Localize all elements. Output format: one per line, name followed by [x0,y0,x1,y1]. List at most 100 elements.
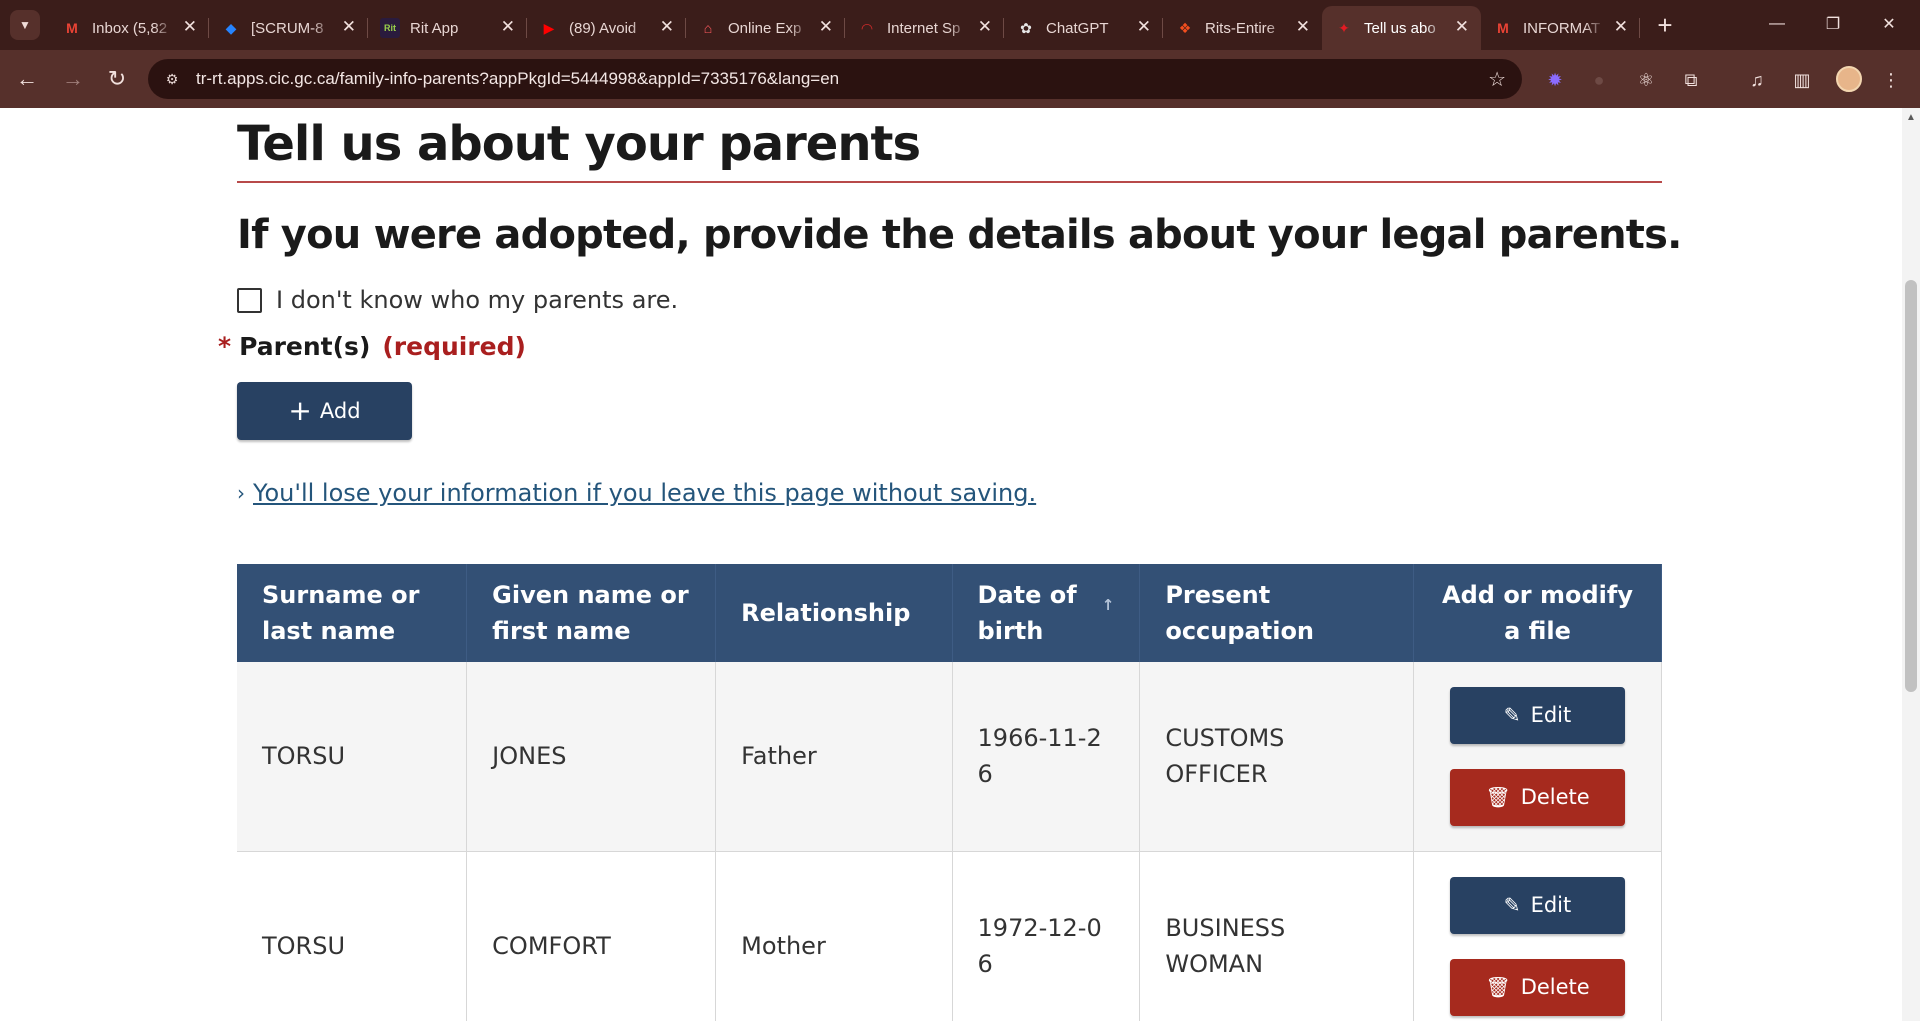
col-actions: Add or modify a file [1413,564,1662,662]
tab-close-icon[interactable]: ✕ [342,17,356,37]
menu-kebab-icon[interactable]: ⋮ [1878,67,1904,93]
scroll-up-icon[interactable]: ▲ [1906,112,1916,123]
page-title: Tell us about your parents [237,116,921,172]
unknown-parents-checkbox[interactable] [237,287,262,313]
chevron-down-icon: ▼ [19,18,31,32]
new-tab-button[interactable]: + [1650,10,1680,40]
cell-given-name: COMFORT [466,850,717,1021]
section-heading: If you were adopted, provide the details… [237,212,1682,258]
unsaved-warning-toggle[interactable]: › You'll lose your information if you le… [237,479,1036,507]
tab-separator [1639,18,1640,38]
tab-title: ChatGPT [1046,19,1109,37]
plus-icon: + [288,394,312,427]
address-bar[interactable]: ⚙ tr-rt.apps.cic.gc.ca/family-info-paren… [148,59,1522,99]
required-asterisk: * [218,332,232,361]
edit-button[interactable]: ✎ Edit [1450,876,1626,934]
jira-icon: ◆ [225,19,237,36]
unsaved-warning-link[interactable]: You'll lose your information if you leav… [253,479,1036,507]
browser-tab[interactable]: ❖ Rits-Entire ✕ [1163,6,1322,50]
cell-relationship: Father [715,662,953,851]
browser-tab[interactable]: ✦ Tell us abo ✕ [1322,6,1481,50]
pencil-icon: ✎ [1503,893,1521,918]
scrollbar-thumb[interactable] [1905,280,1917,692]
tab-close-icon[interactable]: ✕ [501,17,515,37]
reload-button[interactable]: ↻ [102,64,132,94]
extensions-puzzle-icon[interactable]: ⧉ [1678,67,1704,93]
trash-icon: 🗑 [1485,785,1511,810]
chatgpt-icon: ✿ [1020,19,1032,36]
browser-tab[interactable]: ✿ ChatGPT ✕ [1004,6,1163,50]
row-actions: ✎ Edit 🗑 Delete [1439,686,1636,826]
edit-label: Edit [1530,703,1572,728]
browser-tab[interactable]: ◠ Internet Sp ✕ [845,6,1004,50]
browser-tab[interactable]: M INFORMAT ✕ [1481,6,1640,50]
col-surname: Surname or last name [237,564,468,662]
tab-title: Inbox (5,82 [92,19,168,37]
edit-button[interactable]: ✎ Edit [1450,686,1626,744]
edit-label: Edit [1530,893,1572,918]
table-header-row: Surname or last name Given name or first… [237,564,1662,662]
cell-relationship: Mother [715,850,953,1021]
tab-close-icon[interactable]: ✕ [1614,17,1628,37]
tab-close-icon[interactable]: ✕ [1455,17,1469,37]
cell-date-of-birth: 1972-12-06 [952,850,1141,1021]
tab-close-icon[interactable]: ✕ [819,17,833,37]
row-actions: ✎ Edit 🗑 Delete [1439,876,1636,1016]
col-date-of-birth[interactable]: ↑ Date of birth [952,564,1141,662]
add-parent-button[interactable]: + Add [237,382,412,440]
browser-tab[interactable]: ⌂ Online Exp ✕ [686,6,845,50]
restore-button[interactable]: ❐ [1810,8,1856,40]
site-settings-icon[interactable]: ⚙ [162,69,182,89]
browser-tab[interactable]: ▶ (89) Avoid ✕ [527,6,686,50]
close-icon: ✕ [1882,16,1896,33]
tab-close-icon[interactable]: ✕ [1296,17,1310,37]
tab-title: Online Exp [728,19,802,37]
tab-search-button[interactable]: ▼ [10,10,40,40]
chevron-right-icon: › [237,481,245,505]
back-button[interactable]: ← [12,64,42,94]
close-window-button[interactable]: ✕ [1866,8,1912,40]
col-relationship: Relationship [715,564,953,662]
cell-occupation: BUSINESS WOMAN [1139,850,1415,1021]
minimize-button[interactable]: — [1754,8,1800,40]
extension-dark-icon[interactable]: ● [1586,67,1612,93]
canada-flag-icon: ✦ [1338,19,1350,36]
delete-button[interactable]: 🗑 Delete [1450,958,1626,1016]
tab-close-icon[interactable]: ✕ [183,17,197,37]
minimize-icon: — [1769,15,1785,32]
side-panel-icon[interactable]: ▥ [1789,67,1815,93]
browser-tab[interactable]: M Inbox (5,82 ✕ [50,6,209,50]
cell-given-name: JONES [466,662,717,851]
tab-close-icon[interactable]: ✕ [978,17,992,37]
cell-actions: ✎ Edit 🗑 Delete [1413,850,1662,1021]
tab-close-icon[interactable]: ✕ [660,17,674,37]
cell-actions: ✎ Edit 🗑 Delete [1413,662,1662,851]
delete-button[interactable]: 🗑 Delete [1450,768,1626,826]
pencil-icon: ✎ [1503,703,1521,728]
restore-icon: ❐ [1825,16,1841,33]
unknown-parents-option[interactable]: I don't know who my parents are. [237,286,678,314]
media-control-icon[interactable]: ♫ [1744,67,1770,93]
tab-close-icon[interactable]: ✕ [1137,17,1151,37]
cell-date-of-birth: 1966-11-26 [952,662,1141,851]
page-scrollbar[interactable]: ▲ [1902,108,1920,1021]
browser-tab[interactable]: ◆ [SCRUM-8 ✕ [209,6,368,50]
tab-list: M Inbox (5,82 ✕ ◆ [SCRUM-8 ✕ Rit Rit App ✕ ▶ (89) … [50,6,1640,50]
delete-label: Delete [1520,975,1590,1000]
forward-button[interactable]: → [58,64,88,94]
react-devtools-icon[interactable]: ⚛ [1633,67,1659,93]
unknown-parents-label[interactable]: I don't know who my parents are. [276,286,678,314]
reload-icon: ↻ [107,66,127,91]
youtube-icon: ▶ [543,19,555,36]
profile-avatar[interactable] [1836,66,1862,92]
browser-tab[interactable]: Rit Rit App ✕ [368,6,527,50]
gmail-icon: M [66,20,78,36]
parents-label: Parent(s) [239,332,371,361]
airbnb-icon: ⌂ [703,20,713,36]
extension-purple-icon[interactable]: ✹ [1542,67,1568,93]
sort-ascending-icon[interactable]: ↑ [1102,587,1115,623]
cell-surname: TORSU [237,850,468,1021]
arrow-right-icon: → [62,66,84,91]
bookmark-star-icon[interactable]: ☆ [1488,67,1506,92]
url-text[interactable]: tr-rt.apps.cic.gc.ca/family-info-parents… [196,69,839,89]
